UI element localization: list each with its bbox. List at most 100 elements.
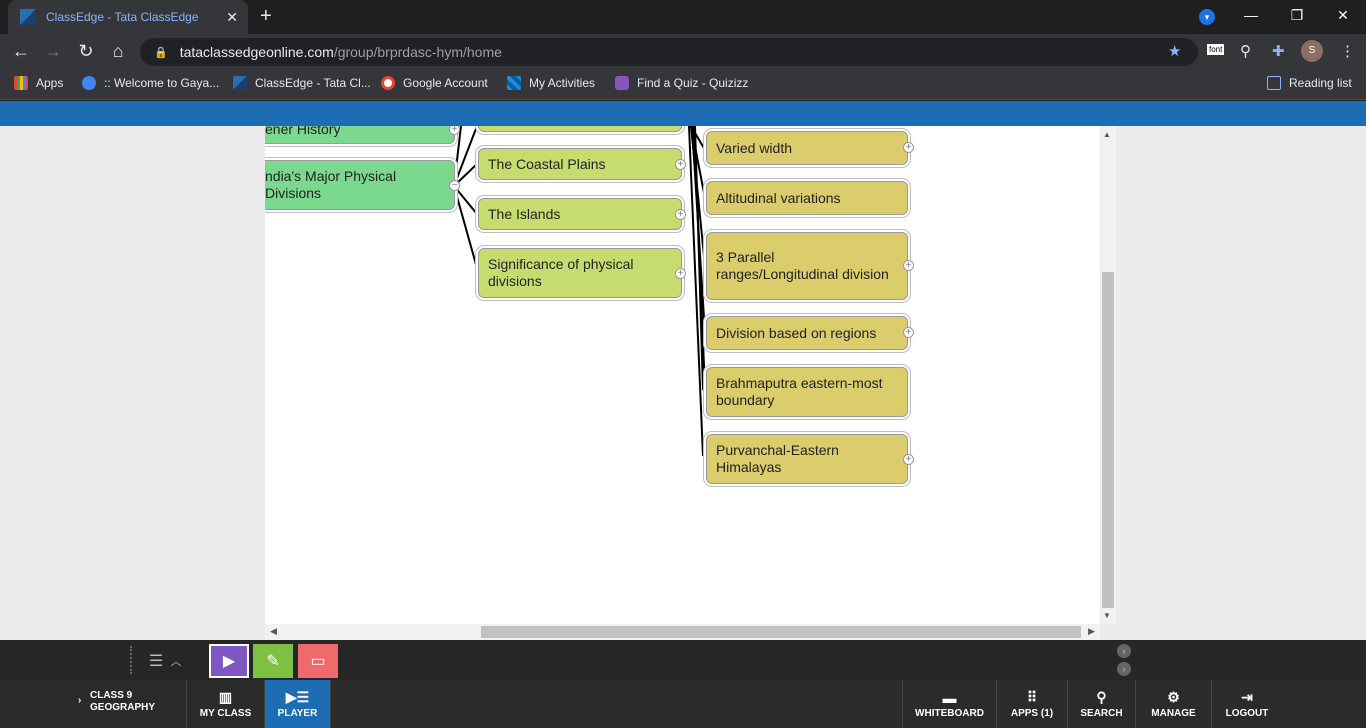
mindmap-node-partial[interactable] [478,126,682,132]
player-button[interactable]: ▶☰ PLAYER [265,680,331,728]
footer-label: WHITEBOARD [915,707,984,719]
scroll-left-icon[interactable]: ◀ [270,626,277,637]
profile-dropdown-icon[interactable]: ▾ [1199,9,1215,25]
expand-icon[interactable]: + [903,142,914,153]
expand-icon[interactable]: + [675,159,686,170]
reload-icon[interactable]: ↻ [75,41,97,62]
expand-icon[interactable]: + [675,209,686,220]
tab-close-icon[interactable]: ✕ [226,9,238,26]
extensions-puzzle-icon[interactable]: ✚ [1272,42,1285,60]
mindmap-canvas[interactable]: ener History + ndia's Major Physical Div… [265,126,1101,624]
scroll-up-icon[interactable]: ▲ [1103,130,1111,139]
prev-page-icon[interactable]: ‹ [1117,644,1131,658]
whiteboard-button[interactable]: ▬ WHITEBOARD [902,680,997,728]
browser-tab[interactable]: ClassEdge - Tata ClassEdge ✕ [8,0,248,34]
books-icon: ▥ [218,689,233,705]
scroll-down-icon[interactable]: ▼ [1103,611,1111,620]
expand-icon[interactable]: + [903,260,914,271]
lock-icon: 🔒 [154,46,168,59]
bookmark-my-activities[interactable]: My Activities [507,76,595,90]
pencil-icon: ✎ [266,653,280,670]
grid-icon: ⠿ [1026,689,1038,705]
screen-icon: ▭ [310,653,326,670]
logout-icon: ⇥ [1241,689,1253,705]
address-bar[interactable]: 🔒 tataclassedgeonline.com/group/brprdasc… [140,38,1198,66]
bookmark-gayatri[interactable]: :: Welcome to Gaya... [82,76,219,90]
bookmark-quizizz[interactable]: Find a Quiz - Quizizz [615,76,748,90]
horizontal-scrollbar[interactable]: ◀ ▶ [265,624,1100,640]
quizizz-icon [615,76,629,90]
bookmark-classedge[interactable]: ClassEdge - Tata Cl... [233,76,371,90]
search-button[interactable]: ⚲ SEARCH [1068,680,1136,728]
classedge-header-bar [0,101,1366,126]
mindmap-node-physical-divisions[interactable]: ndia's Major Physical Divisions [265,160,455,210]
mindmap-node-brahmaputra[interactable]: Brahmaputra eastern-most boundary [706,367,908,417]
bookmark-apps[interactable]: Apps [14,76,63,90]
chevron-up-icon[interactable]: ︿ [166,644,186,678]
url-path: /group/brprdasc-hym/home [333,44,502,60]
bookmark-star-icon[interactable]: ★ [1168,42,1181,60]
bookmark-label: :: Welcome to Gaya... [104,76,220,90]
mindmap-node-islands[interactable]: The Islands [478,198,682,230]
classedge-favicon-icon [20,9,36,25]
footer-label: APPS (1) [1010,708,1054,719]
my-class-button[interactable]: ▥ MY CLASS [187,680,265,728]
expand-icon[interactable]: + [903,327,914,338]
close-window-button[interactable]: ✕ [1320,0,1366,30]
chevron-right-icon: › [78,695,82,706]
mindmap-node-significance[interactable]: Significance of physical divisions [478,248,682,298]
next-page-icon[interactable]: › [1117,662,1131,676]
home-icon[interactable]: ⌂ [107,41,129,62]
node-label: Varied width [716,139,793,156]
mindmap-node-coastal-plains[interactable]: The Coastal Plains [478,148,682,180]
scroll-right-icon[interactable]: ▶ [1088,626,1095,637]
bookmark-google-account[interactable]: Google Account [381,76,488,90]
mindmap-node-varied-width[interactable]: Varied width [706,131,908,165]
avatar[interactable]: S [1301,40,1323,62]
forward-icon[interactable]: → [42,41,64,62]
screen-tool-button[interactable]: ▭ [298,644,338,678]
node-label: 3 Parallel ranges/Longitudinal division [716,249,889,282]
list-play-icon: ▶☰ [285,689,310,705]
logout-button[interactable]: ⇥ LOGOUT [1212,680,1282,728]
mindmap-node-regions[interactable]: Division based on regions [706,316,908,350]
class-selector[interactable]: › CLASS 9 GEOGRAPHY [78,690,155,714]
vertical-scroll-thumb[interactable] [1102,272,1114,608]
play-circle-icon: ▶ [222,653,236,670]
font-extension-icon[interactable]: font [1207,44,1225,55]
google-icon [381,76,395,90]
new-tab-button[interactable]: + [260,5,272,28]
vertical-scrollbar[interactable]: ▲ ▼ [1100,126,1116,624]
bookmark-label: Find a Quiz - Quizizz [637,76,749,90]
reading-list[interactable]: Reading list [1267,76,1352,90]
pencil-tool-button[interactable]: ✎ [253,644,293,678]
tab-title: ClassEdge - Tata ClassEdge [46,10,199,24]
restore-button[interactable]: ❐ [1274,0,1320,30]
mindmap-node-history[interactable]: ener History [265,126,455,144]
apps-button[interactable]: ⠿ APPS (1) [997,680,1068,728]
url-host: tataclassedgeonline.com [179,44,334,60]
drag-handle-icon[interactable] [130,646,132,674]
play-tool-button[interactable]: ▶ [209,644,249,678]
footer-label: MY CLASS [199,708,252,719]
menu-kebab-icon[interactable]: ⋮ [1340,42,1355,60]
node-label: Purvanchal-Eastern Himalayas [716,442,839,475]
bookmark-label: Apps [36,76,64,90]
expand-icon[interactable]: + [675,268,686,279]
zoom-extension-icon[interactable]: ⚲ [1240,42,1251,60]
search-icon: ⚲ [1096,689,1107,705]
bookmarks-bar: Apps :: Welcome to Gaya... ClassEdge - T… [0,70,1366,100]
mindmap-node-parallel-ranges[interactable]: 3 Parallel ranges/Longitudinal division [706,232,908,300]
node-label: Significance of physical divisions [488,256,634,289]
minimize-button[interactable]: — [1228,0,1274,30]
node-label: Division based on regions [716,324,877,341]
mindmap-node-altitudinal[interactable]: Altitudinal variations [706,181,908,215]
expand-icon[interactable]: + [903,454,914,465]
manage-button[interactable]: ⚙ MANAGE [1136,680,1212,728]
horizontal-scroll-thumb[interactable] [481,626,1081,638]
back-icon[interactable]: ← [10,41,32,62]
classedge-icon [233,76,247,90]
node-label: Altitudinal variations [716,189,841,206]
mindmap-node-purvanchal[interactable]: Purvanchal-Eastern Himalayas [706,434,908,484]
collapse-icon[interactable]: − [449,180,460,191]
